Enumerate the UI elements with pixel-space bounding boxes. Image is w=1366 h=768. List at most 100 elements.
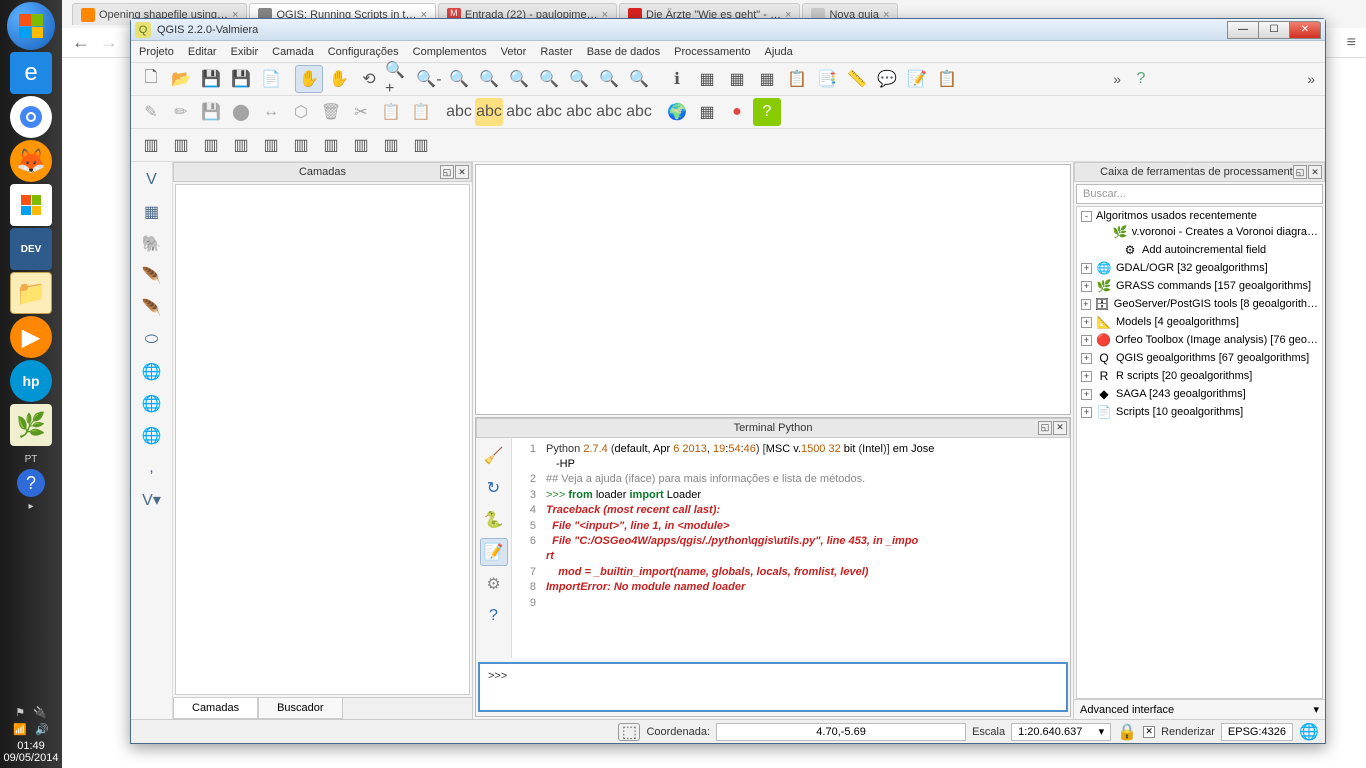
network-icon[interactable]: 📶 <box>13 723 27 736</box>
firefox-icon[interactable]: 🦊 <box>10 140 52 182</box>
zoom-in-icon[interactable]: 🔍+ <box>385 65 413 93</box>
add-postgis-icon[interactable]: ▥ <box>197 131 225 159</box>
menu-editar[interactable]: Editar <box>188 46 217 58</box>
label-abc-icon[interactable]: abc <box>445 98 473 126</box>
media-player-icon[interactable]: ▶ <box>10 316 52 358</box>
tree-item[interactable]: +🔴Orfeo Toolbox (Image analysis) [76 geo… <box>1079 331 1320 349</box>
flag-icon[interactable]: ⚑ <box>15 706 25 719</box>
raster-layer-icon[interactable]: ▦ <box>138 198 166 226</box>
tree-item[interactable]: -Algoritmos usados recentemente <box>1079 209 1320 223</box>
layers-tree[interactable] <box>175 184 470 695</box>
minimize-button[interactable]: — <box>1227 21 1259 39</box>
menu-basedados[interactable]: Base de dados <box>587 46 660 58</box>
close-panel-icon[interactable]: ✕ <box>1308 165 1322 179</box>
mssql-icon[interactable]: 🪶 <box>138 294 166 322</box>
tree-item[interactable]: +📐Models [4 geoalgorithms] <box>1079 313 1320 331</box>
help-plugin-icon[interactable]: ? <box>753 98 781 126</box>
add-wms-icon[interactable]: ▥ <box>287 131 315 159</box>
save-icon[interactable]: 💾 <box>197 65 225 93</box>
close-panel-icon[interactable]: ✕ <box>455 165 469 179</box>
chrome-icon[interactable] <box>10 96 52 138</box>
devcpp-icon[interactable]: DEV <box>10 228 52 270</box>
tab-camadas[interactable]: Camadas <box>173 698 258 719</box>
menu-processamento[interactable]: Processamento <box>674 46 750 58</box>
maximize-button[interactable]: ☐ <box>1258 21 1290 39</box>
toolbar-overflow-icon[interactable]: » <box>1303 71 1319 87</box>
pan-icon[interactable]: ✋ <box>295 65 323 93</box>
toolbox-panel-title[interactable]: Caixa de ferramentas de processamento ◱✕ <box>1074 162 1325 182</box>
help-icon[interactable]: ? <box>17 469 45 497</box>
label-change-icon[interactable]: abc <box>625 98 653 126</box>
node-tool-icon[interactable]: ⬡ <box>287 98 315 126</box>
run-script-icon[interactable]: 🐍 <box>480 506 508 534</box>
menu-vetor[interactable]: Vetor <box>501 46 527 58</box>
tab-buscador[interactable]: Buscador <box>258 698 342 719</box>
move-feature-icon[interactable]: ↔ <box>257 98 285 126</box>
deselect-icon[interactable]: ▦ <box>723 65 751 93</box>
show-editor-icon[interactable]: 📝 <box>480 538 508 566</box>
crs-icon[interactable]: 🌐 <box>1299 723 1319 741</box>
forward-icon[interactable]: → <box>100 32 118 53</box>
db-layer-icon[interactable]: 🐘 <box>138 230 166 258</box>
label-move-icon[interactable]: abc <box>565 98 593 126</box>
zoom-selection-icon[interactable]: 🔍 <box>505 65 533 93</box>
menu-complementos[interactable]: Complementos <box>413 46 487 58</box>
wcs-icon[interactable]: 🌐 <box>138 390 166 418</box>
menu-camada[interactable]: Camada <box>272 46 314 58</box>
paste-icon[interactable]: 📋 <box>407 98 435 126</box>
zoom-prev-icon[interactable]: 🔍 <box>565 65 593 93</box>
map-tips-icon[interactable]: 💬 <box>873 65 901 93</box>
georeferencer-icon[interactable]: 🌍 <box>663 98 691 126</box>
spatialite-icon[interactable]: 🪶 <box>138 262 166 290</box>
add-wcs-icon[interactable]: ▥ <box>317 131 345 159</box>
coord-value[interactable]: 4.70,-5.69 <box>716 723 966 741</box>
qgis-taskbar-icon[interactable]: 🌿 <box>10 404 52 446</box>
tree-item[interactable]: +🌐GDAL/OGR [32 geoalgorithms] <box>1079 259 1320 277</box>
menu-projeto[interactable]: Projeto <box>139 46 174 58</box>
menu-configuracoes[interactable]: Configurações <box>328 46 399 58</box>
expand-tray-icon[interactable]: ▸ <box>28 501 33 512</box>
expand-icon[interactable]: + <box>1081 389 1092 400</box>
zoom-layer-icon[interactable]: 🔍 <box>535 65 563 93</box>
zoom-next-icon[interactable]: 🔍 <box>595 65 623 93</box>
tree-item[interactable]: +🗄GeoServer/PostGIS tools [8 geoalgorith… <box>1079 295 1320 313</box>
select-icon[interactable]: ▦ <box>693 65 721 93</box>
tree-item[interactable]: +📄Scripts [10 geoalgorithms] <box>1079 403 1320 421</box>
import-class-icon[interactable]: ↻ <box>480 474 508 502</box>
delete-icon[interactable]: 🗑 <box>317 98 345 126</box>
pencil-icon[interactable]: ✏ <box>167 98 195 126</box>
expand-icon[interactable]: + <box>1081 407 1092 418</box>
crs-value[interactable]: EPSG:4326 <box>1221 723 1293 741</box>
copy-icon[interactable]: 📋 <box>377 98 405 126</box>
close-panel-icon[interactable]: ✕ <box>1053 421 1067 435</box>
wfs-icon[interactable]: 🌐 <box>138 422 166 450</box>
add-delimited-icon[interactable]: ▥ <box>377 131 405 159</box>
clear-console-icon[interactable]: 🧹 <box>480 442 508 470</box>
raster-calc-icon[interactable]: ▦ <box>693 98 721 126</box>
tree-item[interactable]: +🌿GRASS commands [157 geoalgorithms] <box>1079 277 1320 295</box>
label-highlight-icon[interactable]: abc <box>475 98 503 126</box>
menu-raster[interactable]: Raster <box>540 46 572 58</box>
tree-item[interactable]: 🌿v.voronoi - Creates a Voronoi diagra… <box>1079 223 1320 241</box>
bookmark-icon[interactable]: 📑 <box>813 65 841 93</box>
new-vector-icon[interactable]: V▾ <box>138 486 166 514</box>
toolbar-overflow-icon[interactable]: » <box>1109 71 1125 87</box>
add-wfs-icon[interactable]: ▥ <box>347 131 375 159</box>
save-edits-icon[interactable]: 💾 <box>197 98 225 126</box>
undock-icon[interactable]: ◱ <box>1038 421 1052 435</box>
pan-select-icon[interactable]: ✋ <box>325 65 353 93</box>
power-icon[interactable]: 🔌 <box>33 706 47 719</box>
field-calc-icon[interactable]: 📋 <box>783 65 811 93</box>
settings-icon[interactable]: ⚙ <box>480 570 508 598</box>
zoom-out-icon[interactable]: 🔍- <box>415 65 443 93</box>
close-button[interactable]: ✕ <box>1289 21 1321 39</box>
identify-icon[interactable]: ℹ <box>663 65 691 93</box>
text-annotation-icon[interactable]: 📝 <box>903 65 931 93</box>
toolbox-search-input[interactable]: Buscar... <box>1076 184 1323 204</box>
zoom-last-icon[interactable]: ⟲ <box>355 65 383 93</box>
refresh-icon[interactable]: 🔍 <box>625 65 653 93</box>
vector-layer-icon[interactable]: V <box>138 166 166 194</box>
save-as-icon[interactable]: 💾 <box>227 65 255 93</box>
label-unpin-icon[interactable]: abc <box>535 98 563 126</box>
python-console-output[interactable]: 1Python 2.7.4 (default, Apr 6 2013, 19:5… <box>512 438 1070 658</box>
